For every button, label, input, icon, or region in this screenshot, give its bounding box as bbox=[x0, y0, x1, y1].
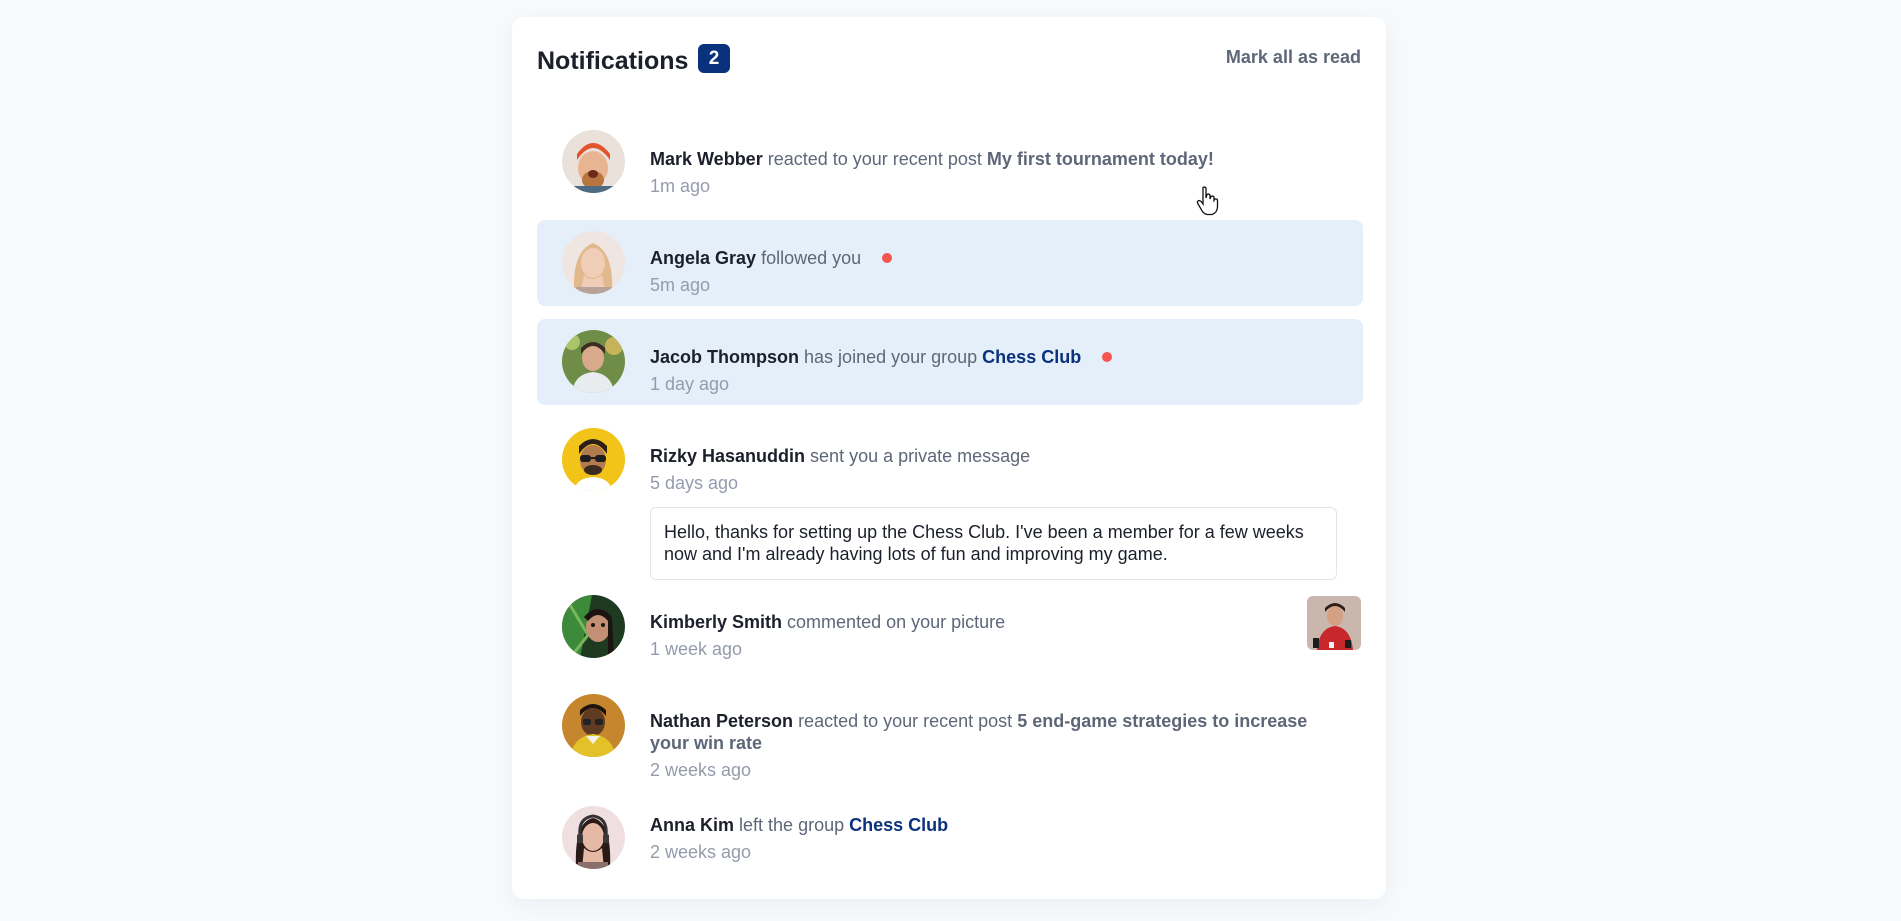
notification-action: has joined your group bbox=[804, 347, 978, 367]
avatar[interactable] bbox=[562, 806, 625, 869]
notification-action: commented on your picture bbox=[787, 612, 1006, 632]
hand-pointer-cursor-icon bbox=[1196, 186, 1220, 216]
unread-dot-icon bbox=[1102, 352, 1113, 363]
notification-action: reacted to your recent post bbox=[798, 711, 1013, 731]
avatar[interactable] bbox=[562, 330, 625, 393]
notification-item[interactable]: Kimberly Smith commented on your picture… bbox=[537, 584, 1363, 670]
user-name[interactable]: Kimberly Smith bbox=[650, 612, 782, 632]
notification-time: 2 weeks ago bbox=[650, 842, 752, 862]
notification-action: followed you bbox=[761, 248, 862, 268]
unread-count-badge: 2 bbox=[698, 44, 730, 73]
commented-picture-thumbnail[interactable] bbox=[1307, 596, 1361, 650]
unread-dot-icon bbox=[882, 253, 893, 264]
user-name[interactable]: Angela Gray bbox=[650, 248, 756, 268]
notification-action: reacted to your recent post bbox=[767, 149, 982, 169]
notification-text: Mark Webber reacted to your recent post … bbox=[650, 148, 1214, 170]
group-link[interactable]: Chess Club bbox=[849, 815, 948, 835]
notification-text: Nathan Peterson reacted to your recent p… bbox=[650, 710, 1350, 754]
mark-all-read-button[interactable]: Mark all as read bbox=[1226, 47, 1361, 68]
notification-item[interactable]: Mark Webber reacted to your recent post … bbox=[537, 118, 1363, 198]
notifications-card: Notifications 2 Mark all as read Mark We… bbox=[512, 17, 1386, 899]
user-name[interactable]: Jacob Thompson bbox=[650, 347, 799, 367]
group-link[interactable]: Chess Club bbox=[982, 347, 1081, 367]
notification-item[interactable]: Rizky Hasanuddin sent you a private mess… bbox=[537, 417, 1363, 580]
notification-time: 1 week ago bbox=[650, 639, 743, 659]
user-name[interactable]: Nathan Peterson bbox=[650, 711, 793, 731]
notification-item[interactable]: Nathan Peterson reacted to your recent p… bbox=[537, 683, 1363, 783]
avatar[interactable] bbox=[562, 231, 625, 294]
avatar[interactable] bbox=[562, 428, 625, 491]
private-message-preview[interactable]: Hello, thanks for setting up the Chess C… bbox=[650, 507, 1337, 580]
post-link[interactable]: My first tournament today! bbox=[987, 149, 1214, 169]
notification-time: 5 days ago bbox=[650, 473, 739, 493]
notification-item[interactable]: Angela Gray followed you 5m ago bbox=[537, 220, 1363, 306]
notifications-header: Notifications 2 Mark all as read bbox=[537, 43, 1361, 79]
user-name[interactable]: Mark Webber bbox=[650, 149, 763, 169]
notification-item[interactable]: Jacob Thompson has joined your group Che… bbox=[537, 319, 1363, 405]
notification-action: left the group bbox=[739, 815, 845, 835]
page-title: Notifications bbox=[537, 47, 689, 75]
user-name[interactable]: Anna Kim bbox=[650, 815, 734, 835]
notification-action: sent you a private message bbox=[810, 446, 1031, 466]
notification-item[interactable]: Anna Kim left the group Chess Club 2 wee… bbox=[537, 795, 1363, 881]
notification-text: Anna Kim left the group Chess Club bbox=[650, 814, 948, 836]
notification-time: 1 day ago bbox=[650, 374, 730, 394]
avatar[interactable] bbox=[562, 130, 625, 193]
notification-text: Angela Gray followed you bbox=[650, 247, 893, 269]
notification-text: Rizky Hasanuddin sent you a private mess… bbox=[650, 445, 1030, 467]
notification-text: Kimberly Smith commented on your picture bbox=[650, 611, 1005, 633]
avatar[interactable] bbox=[562, 595, 625, 658]
user-name[interactable]: Rizky Hasanuddin bbox=[650, 446, 805, 466]
notification-time: 1m ago bbox=[650, 176, 711, 196]
notification-time: 5m ago bbox=[650, 275, 711, 295]
avatar[interactable] bbox=[562, 694, 625, 757]
notification-text: Jacob Thompson has joined your group Che… bbox=[650, 346, 1113, 368]
notification-time: 2 weeks ago bbox=[650, 760, 752, 780]
